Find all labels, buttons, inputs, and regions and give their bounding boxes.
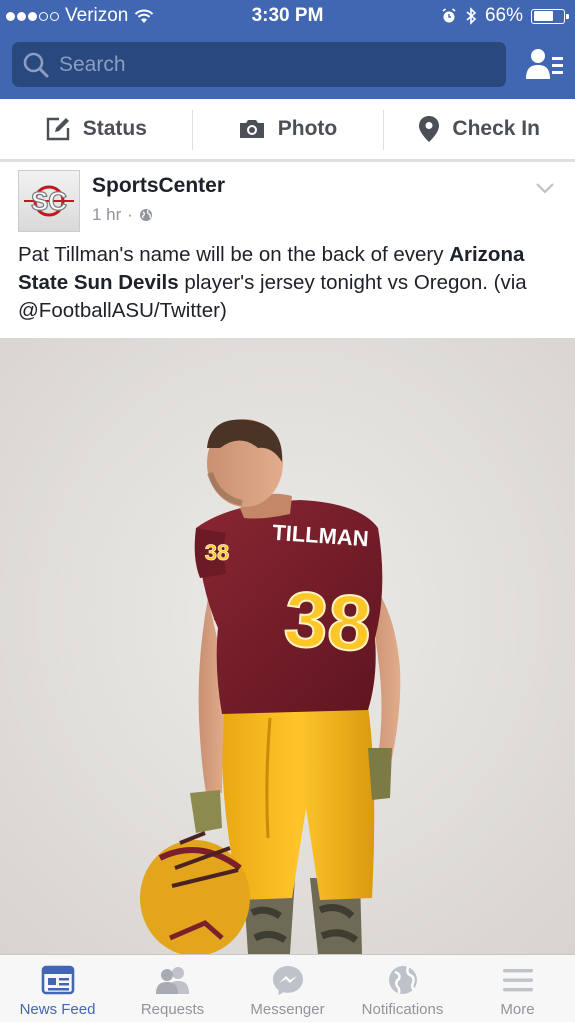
edit-icon: [46, 117, 69, 141]
tab-label: Messenger: [250, 1001, 325, 1018]
post-meta: 1 hr ·: [92, 205, 153, 225]
status-label: Status: [82, 117, 147, 140]
sportscenter-logo-icon: SC: [24, 185, 74, 217]
feed-post: SC SportsCenter 1 hr · Pat Tillman's nam…: [0, 162, 575, 954]
top-navigation-bar: Search: [0, 32, 575, 99]
battery-level: [533, 11, 553, 21]
status-right: 66%: [441, 5, 569, 27]
photo-button[interactable]: Photo: [191, 99, 384, 159]
check-in-label: Check In: [452, 117, 540, 140]
jersey-number: 38: [282, 574, 375, 668]
tab-news-feed[interactable]: News Feed: [0, 955, 115, 1022]
player-photo-illustration: TILLMAN 38 38: [0, 338, 575, 954]
avatar-text: SC: [31, 186, 67, 216]
post-text-start: Pat Tillman's name will be on the back o…: [18, 243, 450, 266]
news-feed-icon: [41, 965, 74, 995]
post-photo[interactable]: TILLMAN 38 38: [0, 338, 575, 954]
tab-label: More: [500, 1001, 535, 1018]
sleeve-number: 38: [205, 540, 229, 565]
photo-label: Photo: [277, 117, 338, 140]
bottom-tab-bar: News Feed Requests Messenger Notificatio…: [0, 954, 575, 1022]
post-timestamp[interactable]: 1 hr: [92, 205, 121, 225]
tab-label: News Feed: [19, 1001, 96, 1018]
messenger-icon: [272, 966, 303, 995]
battery-icon: [531, 8, 569, 24]
page-avatar[interactable]: SC: [18, 170, 80, 232]
post-composer: Status Photo Check In: [0, 99, 575, 160]
post-body: Pat Tillman's name will be on the back o…: [18, 241, 558, 325]
tab-label: Notifications: [361, 1001, 444, 1018]
search-input[interactable]: Search: [12, 42, 506, 87]
location-pin-icon: [419, 116, 440, 142]
chevron-down-icon[interactable]: [535, 182, 555, 194]
facebook-app-screen: Verizon 3:30 PM 66% Search Status Photo …: [0, 0, 575, 1022]
camera-icon: [239, 120, 264, 138]
friend-requests-button[interactable]: [523, 44, 567, 84]
check-in-button[interactable]: Check In: [383, 99, 575, 159]
bluetooth-icon: [466, 7, 477, 25]
requests-icon: [155, 967, 189, 994]
tab-requests[interactable]: Requests: [115, 955, 230, 1022]
meta-separator: ·: [127, 205, 133, 224]
battery-percent: 66%: [484, 5, 523, 26]
status-button[interactable]: Status: [0, 99, 192, 159]
status-bar: Verizon 3:30 PM 66%: [0, 0, 575, 32]
search-placeholder: Search: [59, 52, 126, 76]
gold-helmet: [140, 840, 250, 954]
menu-icon: [502, 969, 533, 992]
tab-more[interactable]: More: [460, 955, 575, 1022]
tab-messenger[interactable]: Messenger: [230, 955, 345, 1022]
search-icon: [23, 52, 49, 77]
alarm-icon: [442, 8, 456, 23]
tab-label: Requests: [140, 1001, 205, 1018]
tab-notifications[interactable]: Notifications: [345, 955, 460, 1022]
globe-icon: [139, 209, 152, 221]
post-author-name[interactable]: SportsCenter: [92, 174, 225, 198]
friend-requests-icon: [526, 49, 563, 79]
globe-notifications-icon: [388, 966, 417, 994]
